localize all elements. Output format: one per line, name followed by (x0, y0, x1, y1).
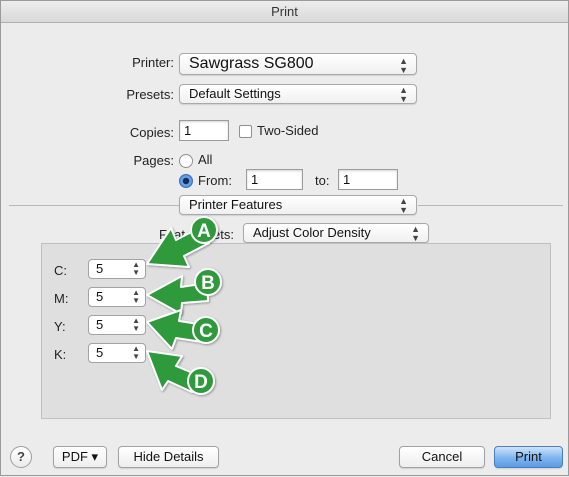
print-dialog: Print Printer: Sawgrass SG800 ▲ ▼ Presets… (0, 0, 569, 476)
pdf-button[interactable]: PDF ▾ (53, 446, 107, 468)
help-button[interactable]: ? (10, 446, 32, 468)
callout-d-letter: D (194, 372, 208, 393)
print-button[interactable]: Print (494, 446, 563, 468)
callout-b-icon: B (146, 268, 222, 315)
callout-c-icon: C (146, 309, 220, 350)
callout-a-letter: A (197, 221, 211, 242)
callout-overlay: A B C D (146, 216, 222, 395)
callout-d-icon: D (146, 350, 215, 395)
callout-a-icon: A (146, 216, 218, 268)
cancel-button[interactable]: Cancel (399, 446, 485, 468)
callout-c-letter: C (199, 321, 213, 342)
callout-b-letter: B (201, 273, 215, 294)
hide-details-button[interactable]: Hide Details (118, 446, 219, 468)
